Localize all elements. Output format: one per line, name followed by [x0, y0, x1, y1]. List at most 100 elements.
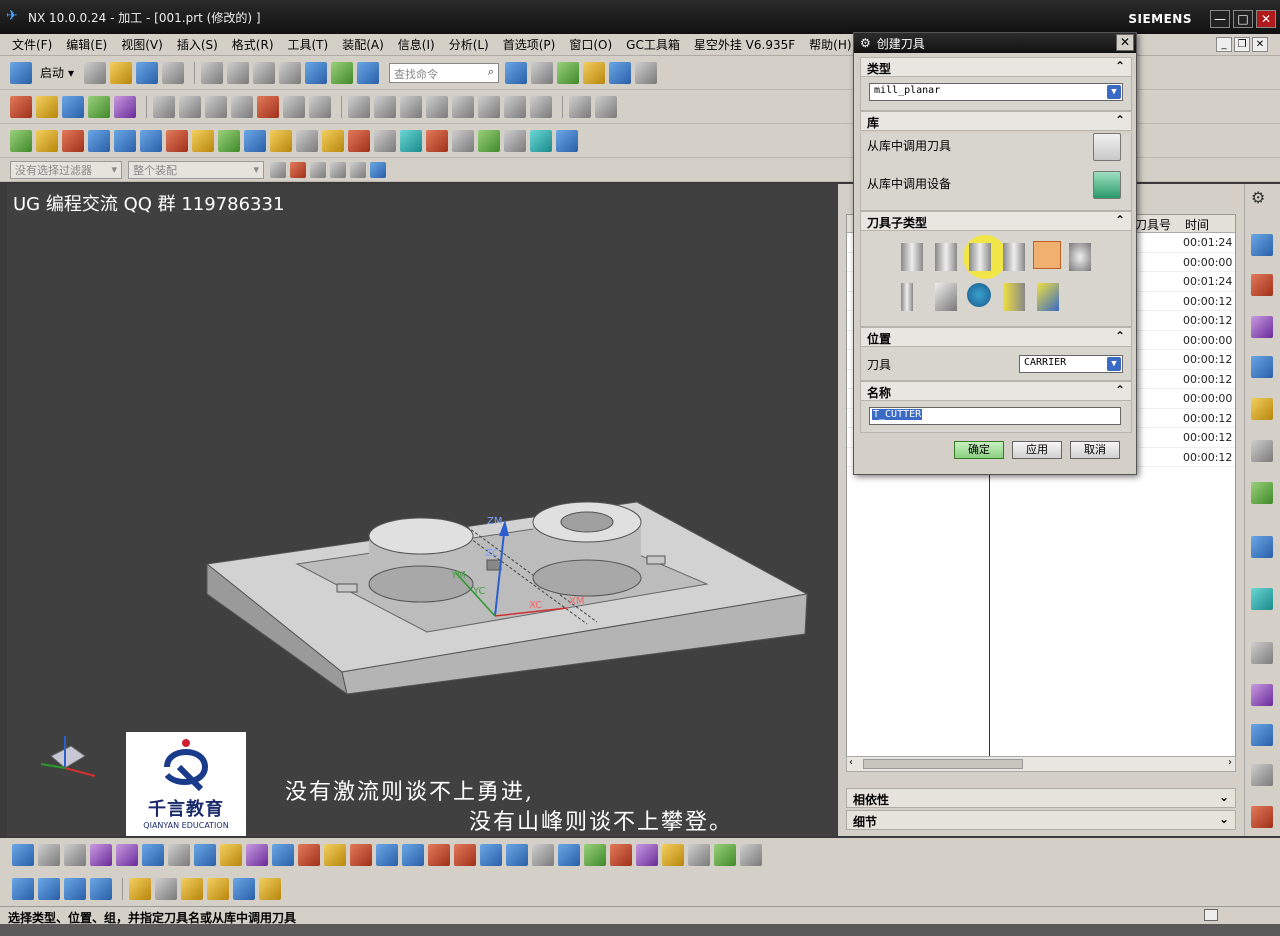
tool-16-icon[interactable] — [400, 129, 422, 152]
bottom-tool-11-icon[interactable] — [272, 844, 294, 866]
type-select[interactable]: mill_planar ▼ — [869, 83, 1123, 101]
tap-tool-icon[interactable] — [901, 283, 913, 311]
tool-6-icon[interactable] — [140, 129, 162, 152]
resource-14-icon[interactable] — [1251, 806, 1273, 828]
bottom2-tool-10-icon[interactable] — [259, 878, 281, 900]
location-group-header[interactable]: 位置 ⌃ — [860, 327, 1132, 347]
bottom2-tool-8-icon[interactable] — [207, 878, 229, 900]
retrieve-tool-from-library-button[interactable] — [1093, 133, 1121, 161]
col-header-tool-number[interactable]: 刀具号 — [1135, 216, 1171, 233]
orient-view-icon[interactable] — [609, 61, 632, 84]
thread-mill-tool-icon[interactable] — [935, 283, 957, 311]
location-tool-select[interactable]: CARRIER ▼ — [1019, 355, 1123, 373]
geometry-view-icon[interactable] — [205, 95, 227, 118]
tool-9-icon[interactable] — [218, 129, 240, 152]
name-group-header[interactable]: 名称 ⌃ — [860, 381, 1132, 401]
rectangle-icon[interactable] — [532, 844, 554, 866]
mill-tool-icon[interactable] — [901, 243, 923, 271]
dialog-title-bar[interactable]: ⚙ 创建刀具 ✕ — [854, 33, 1136, 53]
pocket-tool-icon[interactable] — [1037, 283, 1059, 311]
tool-3-icon[interactable] — [62, 129, 84, 152]
bottom-tool-19-icon[interactable] — [480, 844, 502, 866]
assembly-filter-select[interactable]: 整个装配 ▾ — [128, 160, 264, 179]
tool-11-icon[interactable] — [270, 129, 292, 152]
tool-7-icon[interactable] — [166, 129, 188, 152]
resource-9-icon[interactable] — [1251, 588, 1273, 610]
snap-mid-icon[interactable] — [310, 161, 326, 178]
replay-toolpath-icon[interactable] — [283, 95, 305, 118]
tool-14-icon[interactable] — [348, 129, 370, 152]
snap-center-icon[interactable] — [330, 161, 346, 178]
tool-5-icon[interactable] — [114, 129, 136, 152]
arrow-left-icon[interactable] — [90, 844, 112, 866]
create-geometry-icon[interactable] — [62, 95, 84, 118]
status-toggle-icon[interactable] — [1204, 909, 1218, 921]
copy-object-icon[interactable] — [400, 95, 422, 118]
bottom-tool-10-icon[interactable] — [246, 844, 268, 866]
gear-icon[interactable]: ⚙ — [860, 36, 871, 50]
pencil-icon[interactable] — [322, 129, 344, 152]
bottom2-tool-4-icon[interactable] — [90, 878, 112, 900]
type-filter-select[interactable]: 没有选择过滤器 ▾ — [10, 160, 122, 179]
bottom-tool-15-icon[interactable] — [376, 844, 398, 866]
details-section[interactable]: 细节 ⌄ — [846, 810, 1236, 830]
resource-2-icon[interactable] — [1251, 274, 1273, 296]
history-clock-icon[interactable] — [1251, 642, 1273, 664]
save-icon[interactable] — [136, 61, 159, 84]
new-file-icon[interactable] — [84, 61, 107, 84]
retrieve-device-from-library-button[interactable] — [1093, 171, 1121, 199]
create-method-icon[interactable] — [88, 95, 110, 118]
scroll-left-icon[interactable]: ‹ — [849, 757, 853, 768]
display-icon[interactable] — [595, 95, 617, 118]
render-style-icon[interactable] — [531, 61, 554, 84]
resource-5-icon[interactable] — [1251, 398, 1273, 420]
snap-icon[interactable] — [270, 161, 286, 178]
bottom-tool-6-icon[interactable] — [142, 844, 164, 866]
tool-20-icon[interactable] — [504, 129, 526, 152]
plus-icon[interactable] — [155, 878, 177, 900]
bottom-tool-24-icon[interactable] — [610, 844, 632, 866]
resource-13-icon[interactable] — [1251, 764, 1273, 786]
clock-icon[interactable] — [556, 129, 578, 152]
bottom2-tool-3-icon[interactable] — [64, 878, 86, 900]
document-icon[interactable] — [374, 129, 396, 152]
arrow-right-icon[interactable] — [116, 844, 138, 866]
undo-icon[interactable] — [305, 61, 328, 84]
bottom-tool-27-icon[interactable] — [688, 844, 710, 866]
bottom2-tool-1-icon[interactable] — [12, 878, 34, 900]
tool-1-icon[interactable] — [10, 129, 32, 152]
program-order-view-icon[interactable] — [153, 95, 175, 118]
rename-object-icon[interactable] — [452, 95, 474, 118]
scroll-thumb[interactable] — [863, 759, 1023, 769]
resource-12-icon[interactable] — [1251, 724, 1273, 746]
paste-object-icon[interactable] — [426, 95, 448, 118]
bottom2-tool-7-icon[interactable] — [181, 878, 203, 900]
tool-18-icon[interactable] — [452, 129, 474, 152]
menu-gc-toolkit[interactable]: GC工具箱 — [626, 36, 680, 53]
snap-point-icon[interactable] — [290, 161, 306, 178]
minimize-button[interactable]: — — [1210, 10, 1230, 28]
carrier-tool-icon[interactable] — [967, 283, 991, 307]
layer-icon[interactable] — [583, 61, 606, 84]
machine-tool-view-icon[interactable] — [179, 95, 201, 118]
bottom2-tool-2-icon[interactable] — [38, 878, 60, 900]
resource-4-icon[interactable] — [1251, 356, 1273, 378]
start-button[interactable]: 启动 ▾ — [10, 61, 74, 84]
menu-view[interactable]: 视图(V) — [121, 36, 163, 53]
bottom-tool-25-icon[interactable] — [636, 844, 658, 866]
circle-icon[interactable] — [740, 844, 762, 866]
cut-icon[interactable] — [201, 61, 224, 84]
head-tool-icon[interactable] — [1003, 283, 1025, 311]
menu-format[interactable]: 格式(R) — [232, 36, 274, 53]
text-annotation-icon[interactable] — [296, 129, 318, 152]
info-icon[interactable] — [357, 61, 380, 84]
print-icon[interactable] — [162, 61, 185, 84]
bottom-tool-17-icon[interactable] — [428, 844, 450, 866]
bottom-tool-3-icon[interactable] — [64, 844, 86, 866]
menu-window[interactable]: 窗口(O) — [569, 36, 612, 53]
bottom-tool-23-icon[interactable] — [584, 844, 606, 866]
tool-10-icon[interactable] — [244, 129, 266, 152]
menu-plugin[interactable]: 星空外挂 V6.935F — [694, 36, 795, 53]
paste-icon[interactable] — [253, 61, 276, 84]
cut-object-icon[interactable] — [374, 95, 396, 118]
